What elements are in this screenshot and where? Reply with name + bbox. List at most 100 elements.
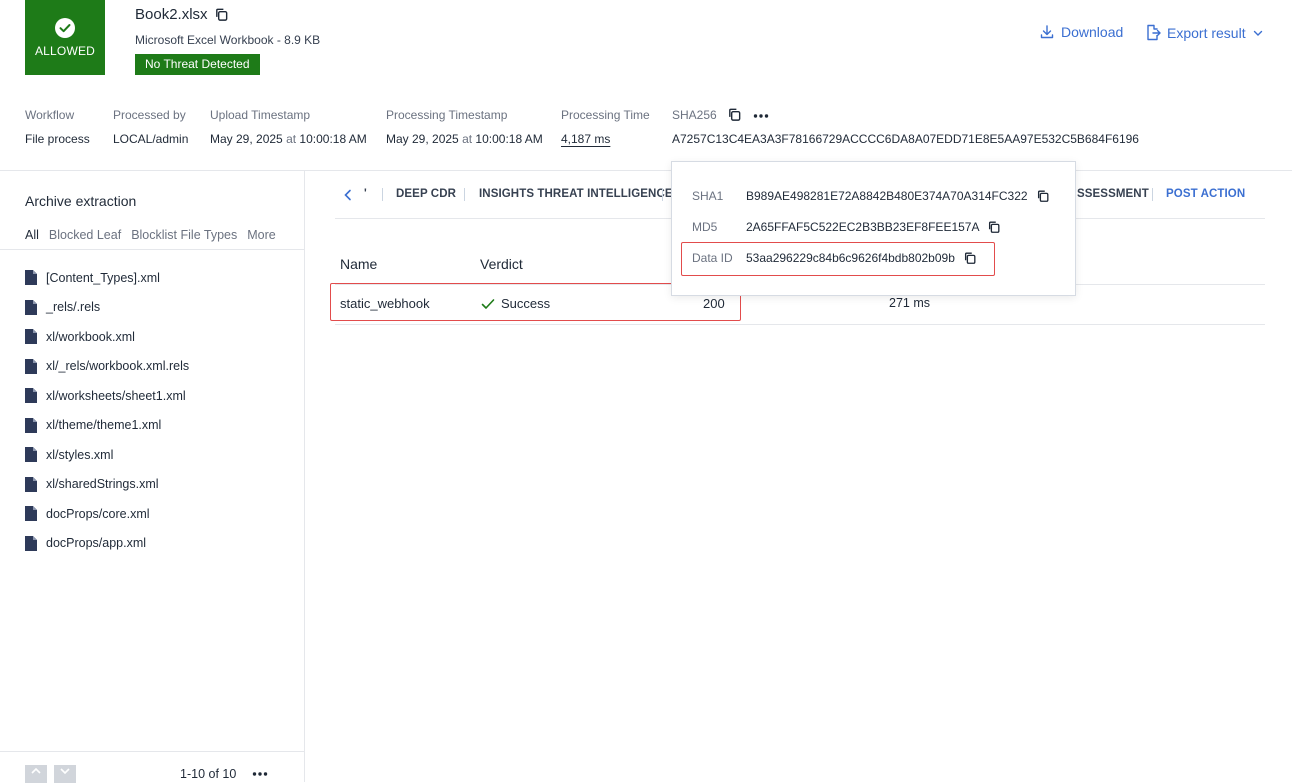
column-header-verdict: Verdict [480, 256, 523, 272]
threat-badge: No Threat Detected [135, 54, 260, 75]
highlight-box-data-id [681, 242, 995, 276]
list-item[interactable]: xl/theme/theme1.xml [25, 411, 189, 441]
more-options-icon[interactable] [252, 771, 268, 777]
tab-insights-threat-intelligence[interactable]: INSIGHTS THREAT INTELLIGENCE [479, 188, 673, 200]
list-item[interactable]: [Content_Types].xml [25, 263, 189, 293]
sha1-row: SHA1 B989AE498281E72A8842B480E374A70A314… [692, 189, 1050, 203]
file-name: xl/_rels/workbook.xml.rels [46, 359, 190, 374]
status-badge-allowed: ALLOWED [25, 0, 105, 75]
tab-all[interactable]: All [25, 228, 39, 242]
copy-icon[interactable] [1036, 189, 1050, 203]
page-down-button[interactable] [54, 765, 76, 783]
sidebar-pagination: 1-10 of 10 [0, 751, 304, 783]
processing-time-of-day: 10:00:18 AM [475, 132, 543, 146]
file-icon [25, 388, 37, 404]
copy-icon[interactable] [727, 107, 742, 122]
tab-post-action[interactable]: POST ACTION [1166, 188, 1245, 200]
tab-separator [464, 188, 465, 201]
sha1-label: SHA1 [692, 189, 724, 203]
tab-deep-cdr[interactable]: DEEP CDR [396, 188, 456, 200]
processing-timestamp-value: May 29, 2025 at 10:00:18 AM [386, 132, 543, 146]
processing-time-label: Processing Time [561, 108, 650, 122]
export-label: Export result [1167, 24, 1246, 41]
sha1-value: B989AE498281E72A8842B480E374A70A314FC322 [746, 189, 1028, 203]
chevron-down-icon [60, 768, 70, 775]
copy-icon[interactable] [987, 220, 1001, 234]
page-up-button[interactable] [25, 765, 47, 783]
list-item[interactable]: xl/worksheets/sheet1.xml [25, 381, 189, 411]
row-duration: 271 ms [889, 296, 930, 310]
download-icon [1040, 25, 1054, 39]
pagination-text: 1-10 of 10 [180, 767, 237, 781]
archive-extraction-sidebar: Archive extraction All Blocked Leaf Bloc… [0, 171, 305, 783]
list-item[interactable]: xl/sharedStrings.xml [25, 470, 189, 500]
file-icon [25, 535, 37, 551]
sha256-value: A7257C13C4EA3A3F78166729ACCCC6DA8A07EDD7… [672, 132, 1139, 146]
export-result-button[interactable]: Export result [1145, 24, 1264, 41]
md5-value: 2A65FFAF5C522EC2B3BB23EF8FEE157A [746, 220, 980, 234]
processed-by-label: Processed by [113, 108, 186, 122]
tab-more[interactable]: More [247, 228, 275, 242]
chevron-left-icon[interactable] [343, 189, 353, 201]
processing-date: May 29, 2025 [386, 132, 459, 146]
file-name: _rels/.rels [46, 300, 101, 315]
tab-separator [382, 188, 383, 201]
file-icon [25, 329, 37, 345]
check-circle-icon [55, 17, 75, 38]
copy-icon[interactable] [214, 7, 229, 22]
more-options-icon[interactable] [753, 113, 769, 119]
file-name: Book2.xlsx [135, 6, 208, 23]
list-item[interactable]: docProps/core.xml [25, 499, 189, 529]
file-name: xl/styles.xml [46, 447, 114, 462]
chevron-up-icon [31, 767, 41, 774]
list-item[interactable]: _rels/.rels [25, 293, 189, 323]
file-icon [25, 417, 37, 433]
upload-timestamp-label: Upload Timestamp [210, 108, 311, 122]
sidebar-tabs-divider [0, 249, 304, 250]
workflow-label: Workflow [25, 108, 75, 122]
file-icon [25, 476, 37, 492]
processing-at: at [462, 132, 473, 146]
file-name: xl/sharedStrings.xml [46, 477, 159, 492]
file-name: docProps/app.xml [46, 536, 147, 551]
upload-timestamp-value: May 29, 2025 at 10:00:18 AM [210, 132, 367, 146]
column-header-name: Name [340, 256, 378, 272]
upload-date: May 29, 2025 [210, 132, 283, 146]
table-row-divider [335, 324, 1265, 325]
file-icon [25, 358, 37, 374]
upload-time: 10:00:18 AM [299, 132, 367, 146]
sha256-label: SHA256 [672, 108, 717, 122]
file-name: xl/theme/theme1.xml [46, 418, 162, 433]
tab-blocklist-file-types[interactable]: Blocklist File Types [131, 228, 237, 242]
file-subtitle: Microsoft Excel Workbook - 8.9 KB [135, 33, 321, 47]
tab-separator [1152, 188, 1153, 201]
file-name: docProps/core.xml [46, 506, 150, 521]
export-file-icon [1147, 24, 1161, 41]
workflow-value: File process [25, 132, 90, 146]
list-item[interactable]: xl/workbook.xml [25, 322, 189, 352]
tab-assessment[interactable]: SSESSMENT [1077, 188, 1149, 200]
list-item[interactable]: xl/_rels/workbook.xml.rels [25, 352, 189, 382]
processing-timestamp-label: Processing Timestamp [386, 108, 508, 122]
tab-blocked-leaf[interactable]: Blocked Leaf [49, 228, 121, 242]
list-item[interactable]: docProps/app.xml [25, 529, 189, 559]
md5-label: MD5 [692, 220, 718, 234]
list-item[interactable]: xl/styles.xml [25, 440, 189, 470]
download-label: Download [1061, 24, 1124, 40]
file-name: xl/workbook.xml [46, 329, 135, 344]
file-icon [25, 447, 37, 463]
file-icon [25, 506, 37, 522]
processing-time-value[interactable]: 4,187 ms [561, 132, 610, 146]
file-icon [25, 299, 37, 315]
tab-separator [662, 188, 663, 201]
tab-previous-truncated[interactable]: ' [364, 188, 367, 200]
sidebar-title: Archive extraction [25, 193, 137, 209]
md5-row: MD5 2A65FFAF5C522EC2B3BB23EF8FEE157A [692, 220, 1001, 234]
file-list: [Content_Types].xml _rels/.rels xl/workb… [25, 263, 189, 558]
file-name: [Content_Types].xml [46, 270, 160, 285]
chevron-down-icon [1253, 30, 1262, 36]
download-button[interactable]: Download [1039, 24, 1123, 40]
file-title: Book2.xlsx [135, 6, 229, 23]
file-name: xl/worksheets/sheet1.xml [46, 388, 186, 403]
status-label: ALLOWED [34, 43, 96, 58]
